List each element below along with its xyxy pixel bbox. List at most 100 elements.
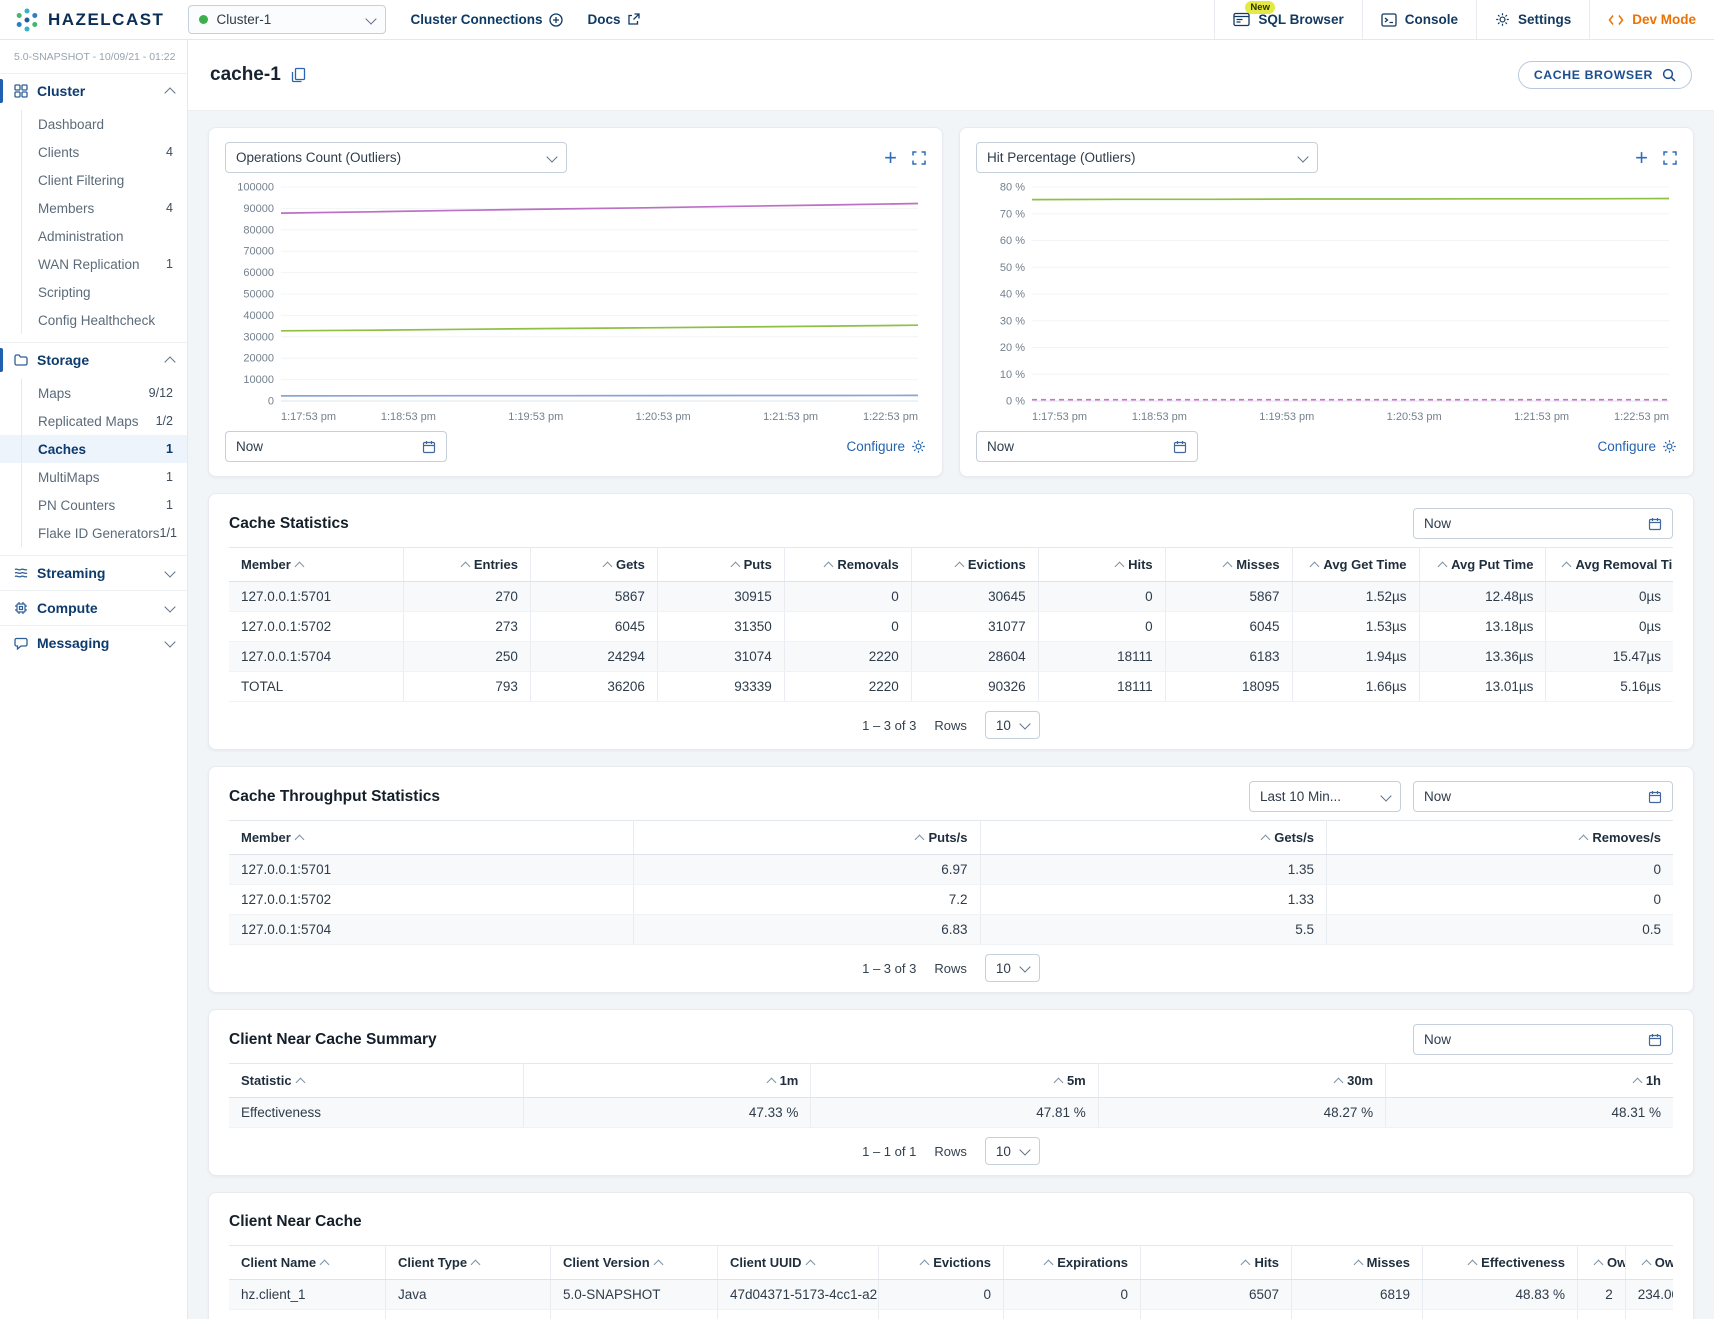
table-cell: 48.27 % [1098,1098,1385,1128]
column-header-entries[interactable]: Entries [404,548,531,582]
column-header-hits[interactable]: Hits [1141,1246,1292,1280]
sidebar-item-dashboard[interactable]: Dashboard [0,110,187,138]
column-header-misses[interactable]: Misses [1292,1246,1423,1280]
table-row[interactable]: 127.0.0.1:57027.21.330 [229,885,1673,915]
column-header-client-name[interactable]: Client Name [229,1246,386,1280]
sidebar-item-pn-counters[interactable]: PN Counters1 [0,491,187,519]
configure-link[interactable]: Configure [846,439,926,454]
sidebar-item-wan-replication[interactable]: WAN Replication1 [0,250,187,278]
sidebar-item-caches[interactable]: Caches1 [0,435,187,463]
column-header-statistic[interactable]: Statistic [229,1064,524,1098]
cache-browser-button[interactable]: CACHE BROWSER [1518,61,1692,89]
sidebar-item-multimaps[interactable]: MultiMaps1 [0,463,187,491]
time-filter-input[interactable]: Now [1413,508,1673,539]
time-filter-input[interactable]: Now [1413,1024,1673,1055]
rows-per-page-select[interactable]: 10 [985,954,1040,982]
column-header-removals[interactable]: Removals [784,548,911,582]
table-cell: 47.33 % [524,1098,811,1128]
column-header-avg-removal-time[interactable]: Avg Removal Time [1546,548,1673,582]
column-header-1m[interactable]: 1m [524,1064,811,1098]
table-row[interactable]: Effectiveness47.33 %47.81 %48.27 %48.31 … [229,1098,1673,1128]
sidebar-item-members[interactable]: Members4 [0,194,187,222]
table-cell: 2220 [784,672,911,702]
cluster-selector[interactable]: Cluster-1 [188,5,386,34]
column-label: Misses [1367,1255,1410,1270]
column-header-member[interactable]: Member [229,821,634,855]
column-header-client-version[interactable]: Client Version [551,1246,718,1280]
copy-icon[interactable] [291,67,306,83]
column-header-effectiveness[interactable]: Effectiveness [1423,1246,1578,1280]
column-label: Misses [1236,557,1279,572]
sidebar-item-administration[interactable]: Administration [0,222,187,250]
time-range-select[interactable]: Last 10 Min... [1249,781,1401,812]
sidebar-section-streaming[interactable]: Streaming [0,555,187,590]
table-cell: 6045 [530,612,657,642]
chart-metric-select[interactable]: Operations Count (Outliers) [225,142,567,173]
time-filter-input[interactable]: Now [225,431,447,462]
add-chart-icon[interactable]: + [884,147,897,169]
sidebar-item-clients[interactable]: Clients4 [0,138,187,166]
sidebar-item-replicated-maps[interactable]: Replicated Maps1/2 [0,407,187,435]
docs-link[interactable]: Docs [587,12,640,27]
expand-icon[interactable] [1663,151,1677,165]
column-header-30m[interactable]: 30m [1098,1064,1385,1098]
column-header-member[interactable]: Member [229,548,404,582]
column-header-expirations[interactable]: Expirations [1004,1246,1141,1280]
rows-per-page-select[interactable]: 10 [985,1137,1040,1165]
table-cell: 5.0-SNAPSHOT [551,1310,718,1319]
sidebar-item-scripting[interactable]: Scripting [0,278,187,306]
cluster-connections-link[interactable]: Cluster Connections [410,12,563,27]
configure-link[interactable]: Configure [1597,439,1677,454]
table-cell: 18111 [1038,642,1165,672]
storage-section-items: Maps9/12Replicated Maps1/2Caches1MultiMa… [0,377,187,555]
expand-icon[interactable] [912,151,926,165]
top-header: HAZELCAST Cluster-1 Cluster Connections … [0,0,1714,40]
column-header-puts-s[interactable]: Puts/s [634,821,981,855]
column-header-removes-s[interactable]: Removes/s [1327,821,1674,855]
console-button[interactable]: Console [1362,0,1476,39]
sidebar-section-messaging[interactable]: Messaging [0,625,187,660]
table-row[interactable]: 127.0.0.1:57046.835.50.5 [229,915,1673,945]
column-header-owned-entry[interactable]: Owned Entry ... [1625,1246,1673,1280]
sidebar-section-compute[interactable]: Compute [0,590,187,625]
search-icon [1662,68,1676,82]
column-header-client-uuid[interactable]: Client UUID [718,1246,879,1280]
table-row[interactable]: hz.client_1Java5.0-SNAPSHOT47d04371-5173… [229,1280,1673,1310]
table-row[interactable]: 127.0.0.1:5701270586730915030645058671.5… [229,582,1673,612]
column-header-client-type[interactable]: Client Type [386,1246,551,1280]
sidebar-section-storage[interactable]: Storage [0,342,187,377]
sidebar-item-flake-id-generators[interactable]: Flake ID Generators1/1 [0,519,187,547]
column-header-avg-get-time[interactable]: Avg Get Time [1292,548,1419,582]
table-row[interactable]: TOTAL793362069333922209032618111180951.6… [229,672,1673,702]
column-header-puts[interactable]: Puts [657,548,784,582]
table-row[interactable]: 127.0.0.1:570425024294310742220286041811… [229,642,1673,672]
table-row[interactable]: 127.0.0.1:5702273604531350031077060451.5… [229,612,1673,642]
sidebar-section-cluster[interactable]: Cluster [0,73,187,108]
column-header-1h[interactable]: 1h [1386,1064,1673,1098]
sidebar-item-config-healthcheck[interactable]: Config Healthcheck [0,306,187,334]
column-header-owned-entry[interactable]: Owned Entry ... [1578,1246,1626,1280]
column-header-hits[interactable]: Hits [1038,548,1165,582]
table-row[interactable]: 127.0.0.1:57016.971.350 [229,855,1673,885]
sort-asc-icon [471,1260,481,1270]
chart-metric-select[interactable]: Hit Percentage (Outliers) [976,142,1318,173]
column-header-5m[interactable]: 5m [811,1064,1098,1098]
table-row[interactable]: hz.client_2Java5.0-SNAPSHOT2d5ac7fa-58a5… [229,1310,1673,1319]
column-header-evictions[interactable]: Evictions [911,548,1038,582]
sidebar-item-client-filtering[interactable]: Client Filtering [0,166,187,194]
add-chart-icon[interactable]: + [1635,147,1648,169]
time-filter-input[interactable]: Now [976,431,1198,462]
settings-button[interactable]: Settings [1476,0,1589,39]
sql-browser-button[interactable]: New SQL Browser [1214,0,1361,39]
console-label: Console [1405,12,1458,27]
time-filter-input[interactable]: Now [1413,781,1673,812]
dev-mode-button[interactable]: Dev Mode [1589,0,1714,39]
column-header-evictions[interactable]: Evictions [879,1246,1004,1280]
rows-per-page-select[interactable]: 10 [985,711,1040,739]
column-header-avg-put-time[interactable]: Avg Put Time [1419,548,1546,582]
column-header-gets[interactable]: Gets [530,548,657,582]
column-header-gets-s[interactable]: Gets/s [980,821,1327,855]
sidebar-item-maps[interactable]: Maps9/12 [0,379,187,407]
gear-icon [911,439,926,454]
column-header-misses[interactable]: Misses [1165,548,1292,582]
